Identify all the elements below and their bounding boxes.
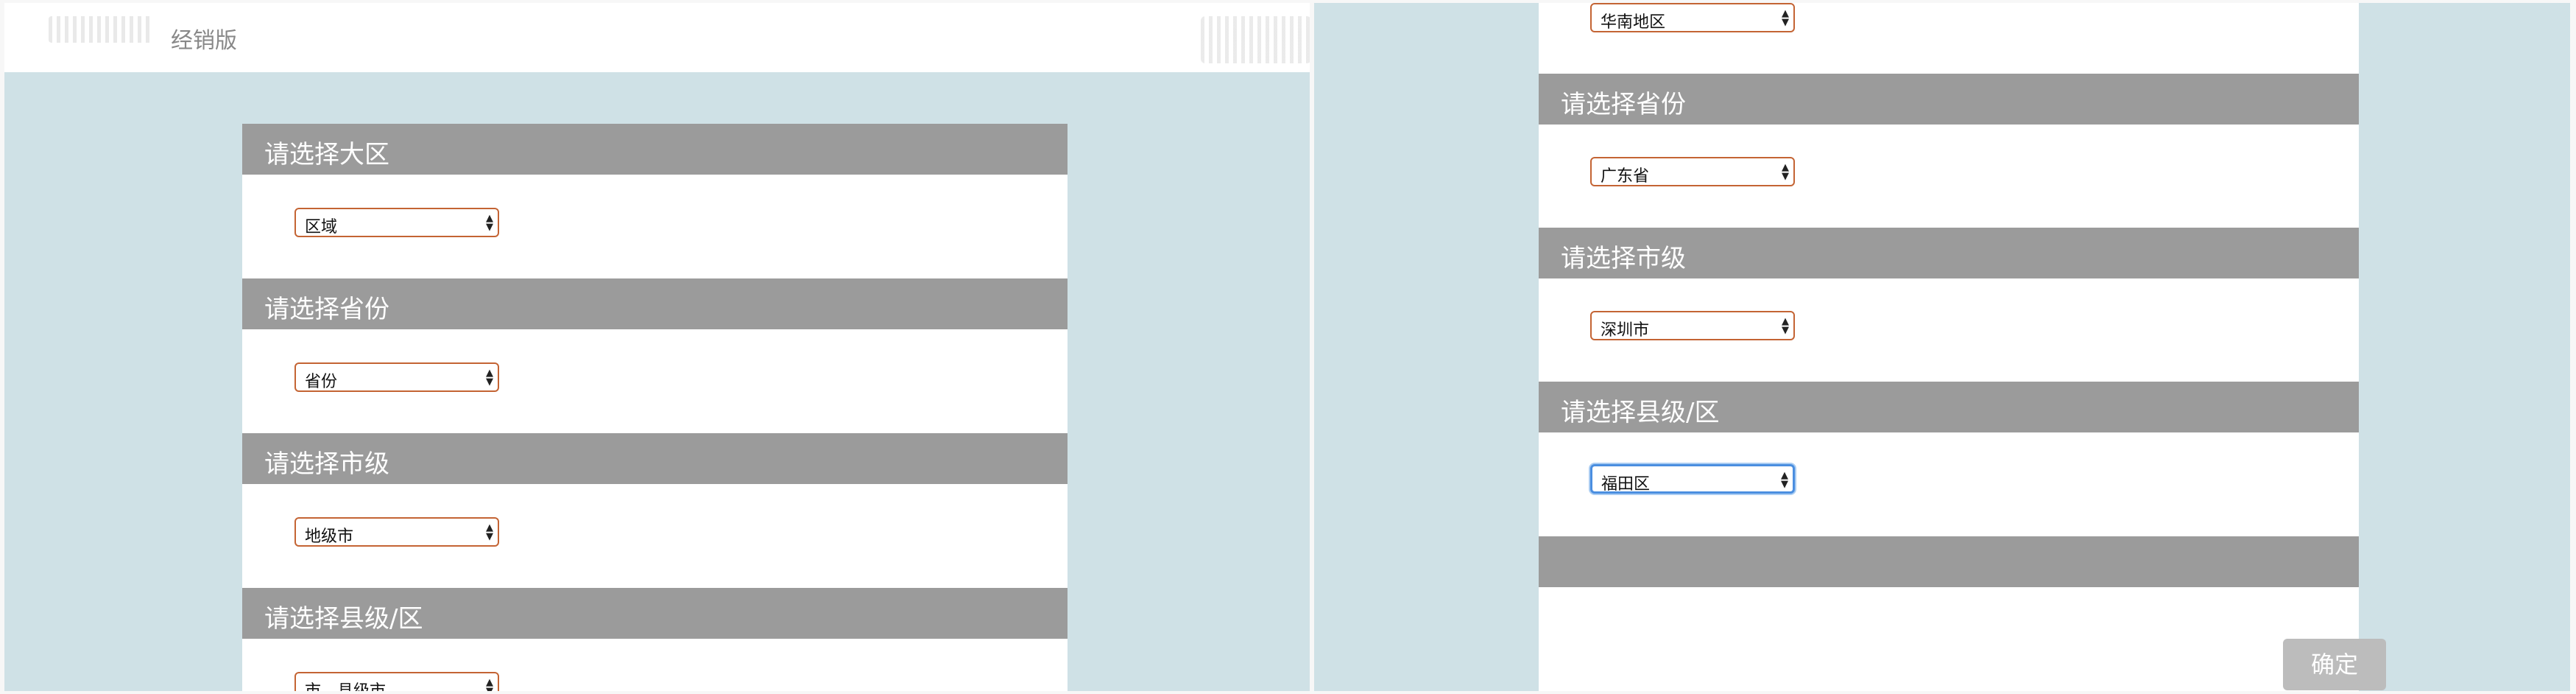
select-value: 市、县级市 (305, 678, 386, 691)
region-form-scrolled: 华南地区 ▲ ▼ 请选择省份 广东省 ▲ ▼ 请选择市级 深圳市 ▲ ▼ 请选择县级/… (1539, 3, 2386, 691)
confirm-button[interactable]: 确定 (2283, 639, 2386, 690)
right-screen: 华南地区 ▲ ▼ 请选择省份 广东省 ▲ ▼ 请选择市级 深圳市 ▲ ▼ 请选择县级/… (1314, 3, 2570, 691)
section-title: 请选择县级/区 (1561, 398, 1720, 427)
section-header-city: 请选择市级 (242, 433, 1068, 484)
section-title: 请选择省份 (1561, 90, 1686, 119)
province-select[interactable]: 省份 ▲ ▼ (294, 362, 499, 392)
select-value: 区域 (305, 218, 338, 236)
select-value: 福田区 (1601, 475, 1651, 494)
select-value: 华南地区 (1601, 13, 1666, 32)
section-title: 请选择大区 (264, 140, 389, 169)
top-bar: 经销版 (4, 3, 1310, 72)
select-arrows-icon: ▲▼ (486, 213, 493, 233)
select-value: 地级市 (305, 527, 354, 546)
select-arrows-icon: ▲▼ (486, 368, 493, 388)
section-header-empty (1539, 536, 2359, 587)
section-title: 请选择市级 (1561, 244, 1686, 273)
region-form: 请选择大区 区域 ▲ ▼ 请选择省份 省份 ▲ ▼ 请选择市级 地级市 ▲ ▼ 请选择… (242, 124, 1068, 691)
select-arrows-icon: ▲▼ (1781, 470, 1788, 490)
region-select[interactable]: 区域 ▲ ▼ (294, 208, 499, 237)
district-select[interactable]: 市、县级市 ▲▼ (294, 672, 499, 691)
city-select[interactable]: 深圳市 ▲ ▼ (1590, 311, 1795, 340)
district-select[interactable]: 福田区 ▲ ▼ (1590, 464, 1795, 494)
section-header-province: 请选择省份 (1539, 74, 2359, 125)
select-arrows-icon: ▲▼ (1782, 162, 1789, 182)
city-select[interactable]: 地级市 ▲ ▼ (294, 517, 499, 547)
left-screen: 经销版 请选择大区 区域 ▲ ▼ 请选择省份 省份 ▲ ▼ 请选择市级 地级市 ▲ ▼… (4, 3, 1310, 691)
version-label: 经销版 (171, 28, 237, 54)
section-header-district: 请选择县级/区 (1539, 382, 2359, 432)
section-title: 请选择省份 (264, 295, 389, 324)
select-arrows-icon: ▲▼ (1782, 316, 1789, 336)
select-value: 广东省 (1601, 167, 1650, 186)
select-value: 深圳市 (1601, 321, 1650, 340)
top-right-logo (1201, 16, 1310, 63)
logo (49, 16, 152, 43)
select-arrows-icon: ▲▼ (486, 677, 493, 691)
province-select[interactable]: 广东省 ▲ ▼ (1590, 157, 1795, 186)
section-title: 请选择县级/区 (264, 604, 423, 634)
select-arrows-icon: ▲▼ (486, 522, 493, 542)
section-title: 请选择市级 (264, 449, 389, 479)
select-arrows-icon: ▲▼ (1782, 8, 1789, 28)
select-value: 省份 (305, 373, 338, 391)
region-select[interactable]: 华南地区 ▲ ▼ (1590, 3, 1795, 32)
section-header-district: 请选择县级/区 (242, 588, 1068, 639)
section-header-city: 请选择市级 (1539, 228, 2359, 278)
section-header-province: 请选择省份 (242, 278, 1068, 329)
section-header-region: 请选择大区 (242, 124, 1068, 175)
